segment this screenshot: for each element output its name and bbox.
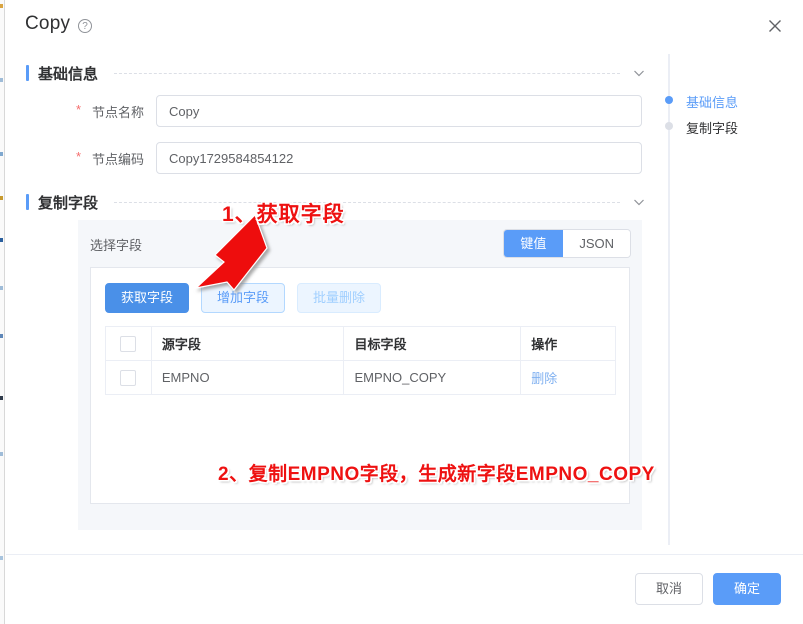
node-code-input[interactable]	[156, 142, 642, 174]
panel-topbar: 选择字段 键值 JSON	[78, 220, 642, 267]
required-mark: *	[76, 150, 81, 164]
bg-mark	[0, 396, 3, 400]
section-title-copy-fields: 复制字段	[38, 192, 98, 213]
delete-row-link[interactable]: 删除	[531, 371, 557, 386]
field-action-buttons: 获取字段 增加字段 批量删除	[105, 283, 381, 313]
cell-source-field: EMPNO	[151, 361, 344, 395]
column-header-action: 操作	[521, 327, 616, 361]
dialog-screen: Copy ? 基础信息	[0, 0, 803, 624]
bg-mark	[0, 452, 3, 456]
section-divider	[114, 202, 620, 203]
section-title-basic: 基础信息	[38, 63, 98, 84]
anchor-item-basic[interactable]: 基础信息	[686, 92, 738, 111]
bg-mark	[0, 78, 3, 82]
dialog-header: Copy ?	[6, 0, 803, 48]
section-accent-bar	[26, 194, 29, 210]
bg-mark	[0, 4, 3, 8]
chevron-down-icon[interactable]	[632, 195, 646, 209]
row-select-cell[interactable]	[106, 361, 152, 395]
chevron-down-icon[interactable]	[632, 66, 646, 80]
close-icon[interactable]	[766, 17, 784, 35]
batch-delete-button: 批量删除	[297, 283, 381, 313]
footer-buttons: 取消 确定	[635, 573, 781, 605]
fields-panel: 选择字段 键值 JSON 获取字段 增加字段 批量删除	[78, 220, 642, 530]
mode-radio-group[interactable]: 键值 JSON	[504, 230, 630, 257]
label-node-name: 节点名称	[84, 102, 144, 121]
node-name-input[interactable]	[156, 95, 642, 127]
fields-card: 获取字段 增加字段 批量删除 源字段	[90, 267, 630, 504]
bg-mark	[0, 238, 3, 242]
table-row: EMPNO EMPNO_COPY 删除	[106, 361, 616, 395]
anchor-item-copy-fields[interactable]: 复制字段	[686, 118, 738, 137]
fetch-fields-button[interactable]: 获取字段	[105, 283, 189, 313]
select-fields-label: 选择字段	[90, 235, 142, 254]
section-header-basic[interactable]: 基础信息	[26, 62, 646, 86]
form-column: 基础信息 * 节点名称 * 节点编码	[6, 48, 660, 554]
anchor-dot-copy-fields	[665, 122, 673, 130]
form-row-node-code: * 节点编码	[6, 142, 646, 174]
mode-option-json[interactable]: JSON	[563, 230, 630, 257]
background-page-strip	[0, 0, 5, 624]
copy-node-dialog: Copy ? 基础信息	[6, 0, 803, 624]
column-header-target: 目标字段	[344, 327, 521, 361]
bg-mark	[0, 286, 3, 290]
dialog-footer: 取消 确定	[6, 554, 803, 624]
page-title: Copy	[25, 13, 70, 35]
section-header-copy-fields[interactable]: 复制字段	[26, 191, 646, 215]
bg-mark	[0, 556, 3, 560]
label-node-code: 节点编码	[84, 149, 144, 168]
bg-mark	[0, 152, 3, 156]
table-header-row: 源字段 目标字段 操作	[106, 327, 616, 361]
cell-target-field: EMPNO_COPY	[344, 361, 521, 395]
question-circle-icon[interactable]: ?	[78, 19, 92, 33]
section-divider	[114, 73, 620, 74]
bg-mark	[0, 334, 3, 338]
anchor-dot-basic	[665, 96, 673, 104]
confirm-button[interactable]: 确定	[713, 573, 781, 605]
add-field-button[interactable]: 增加字段	[201, 283, 285, 313]
column-header-source: 源字段	[151, 327, 344, 361]
select-all-checkbox[interactable]	[120, 336, 136, 352]
mode-option-keyvalue[interactable]: 键值	[504, 230, 563, 257]
dialog-body: 基础信息 * 节点名称 * 节点编码	[6, 48, 803, 554]
section-accent-bar	[26, 65, 29, 81]
select-all-header[interactable]	[106, 327, 152, 361]
required-mark: *	[76, 103, 81, 117]
form-row-node-name: * 节点名称	[6, 95, 646, 127]
anchor-navigation: 基础信息 复制字段	[660, 48, 803, 554]
row-checkbox[interactable]	[120, 370, 136, 386]
bg-mark	[0, 196, 3, 200]
fields-table: 源字段 目标字段 操作 EMPNO	[105, 326, 616, 395]
cancel-button[interactable]: 取消	[635, 573, 703, 605]
